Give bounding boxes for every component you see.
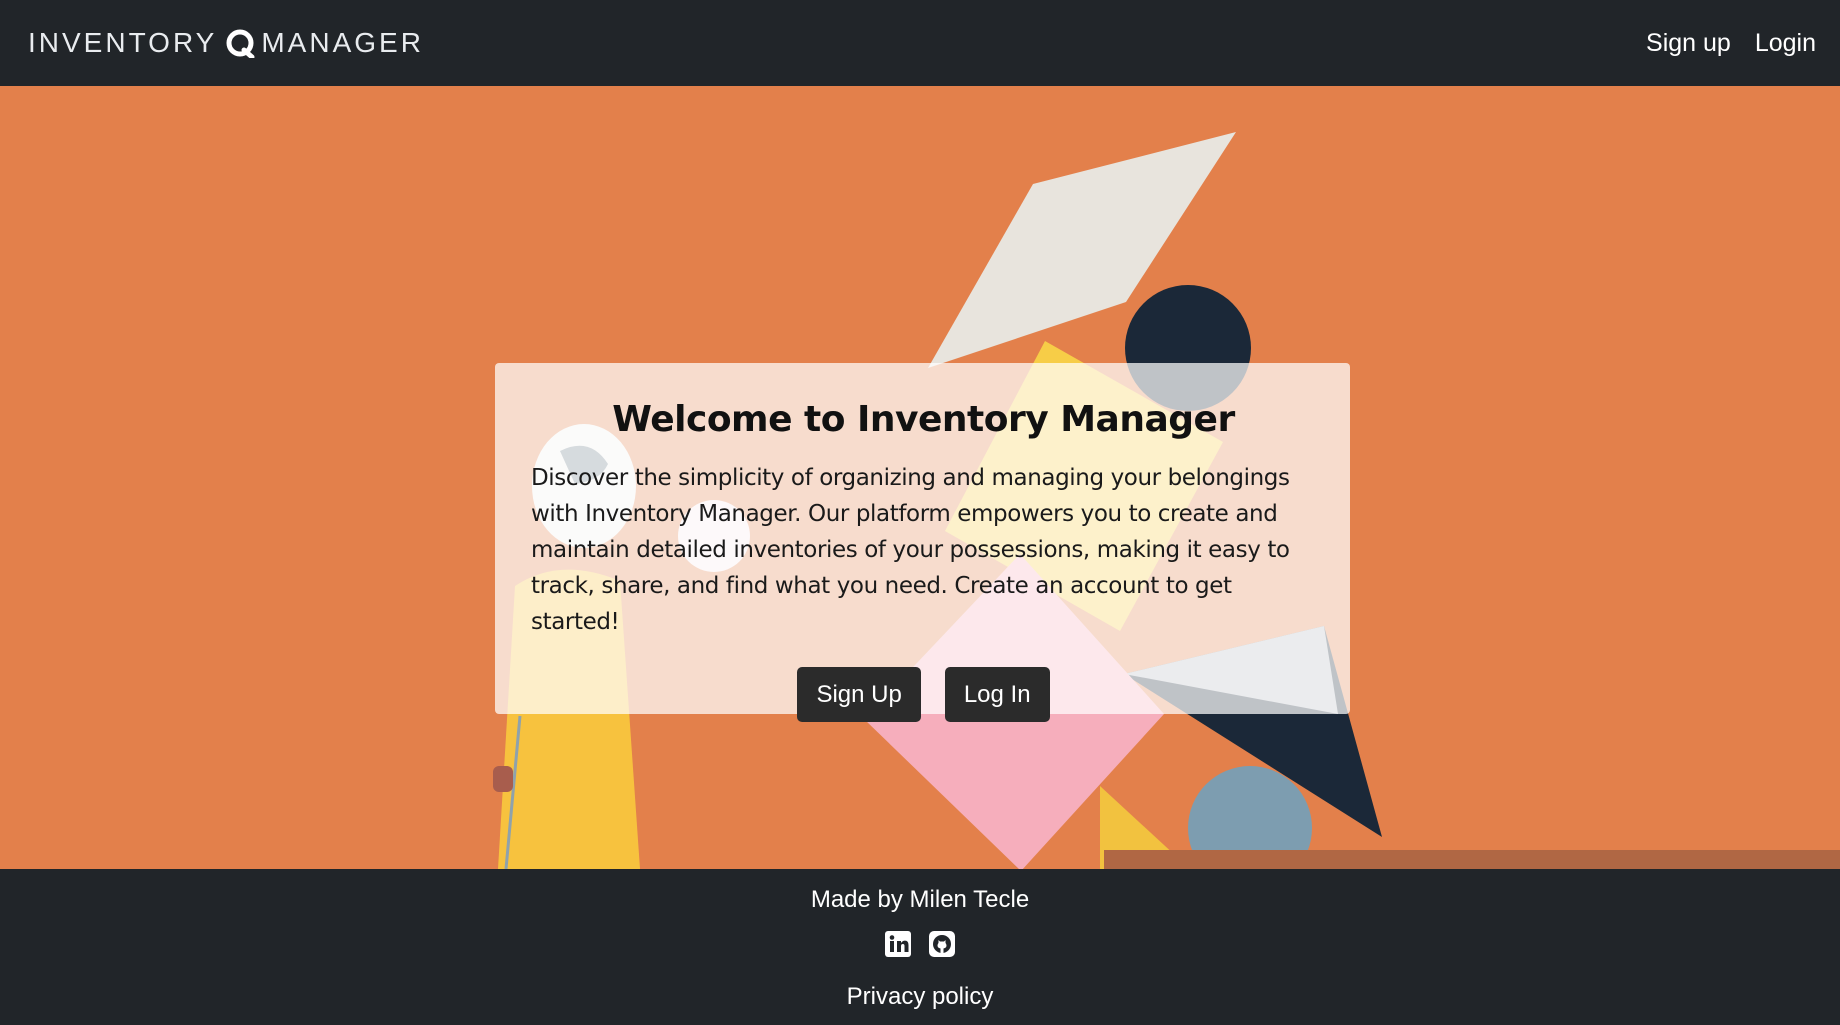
nav-links: Sign up Login	[1646, 29, 1816, 58]
navbar: INVENTORY MANAGER Sign up Login	[0, 0, 1840, 86]
login-button[interactable]: Log In	[944, 667, 1050, 722]
footer: Made by Milen Tecle Privacy policy	[0, 869, 1840, 1025]
welcome-description: Discover the simplicity of organizing an…	[531, 465, 1290, 635]
nav-signup-link[interactable]: Sign up	[1646, 29, 1731, 58]
brand-text-right: MANAGER	[261, 27, 424, 58]
welcome-card: Welcome to Inventory Manager Discover th…	[495, 363, 1350, 722]
signup-button[interactable]: Sign Up	[797, 667, 921, 722]
brand-text-left: INVENTORY	[28, 27, 218, 58]
nav-login-link[interactable]: Login	[1755, 29, 1816, 58]
cta-buttons: Sign Up Log In	[531, 667, 1316, 722]
brand-logo[interactable]: INVENTORY MANAGER	[28, 27, 424, 60]
footer-credit: Made by Milen Tecle	[810, 886, 1030, 913]
github-icon[interactable]	[929, 931, 955, 957]
linkedin-icon[interactable]	[885, 931, 911, 957]
social-links	[0, 931, 1840, 957]
welcome-title: Welcome to Inventory Manager	[612, 399, 1235, 440]
privacy-policy-link[interactable]: Privacy policy	[0, 983, 1840, 1011]
logo-ring-icon	[225, 28, 255, 60]
hero-section: Welcome to Inventory Manager Discover th…	[0, 86, 1840, 869]
